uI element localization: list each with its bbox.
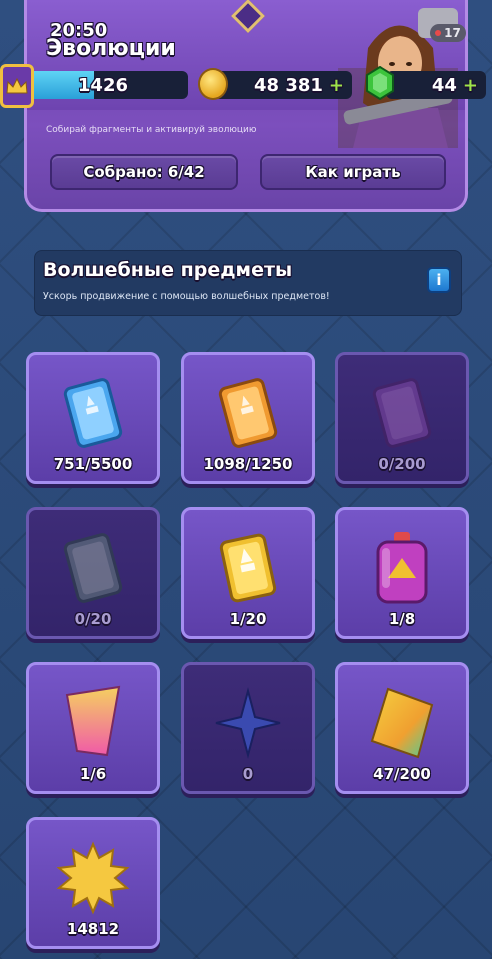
level-value: 17 — [444, 26, 461, 40]
info-icon: i — [436, 271, 442, 289]
gem-icon — [366, 66, 394, 100]
crown-icon — [6, 78, 28, 94]
page-title: Эволюции — [46, 36, 176, 61]
section-title: Волшебные предметы — [43, 259, 293, 281]
trophy-count: 1426 — [77, 74, 128, 96]
level-badge: 17 — [430, 24, 466, 42]
blue-book-icon — [29, 373, 157, 453]
gold-add-button[interactable]: + — [329, 75, 344, 96]
item-count: 47/200 — [373, 765, 431, 783]
item-tile[interactable]: 751/5500 — [26, 352, 160, 484]
item-count: 0/200 — [378, 455, 426, 473]
item-tile[interactable]: 14812 — [26, 817, 160, 949]
item-count: 1/8 — [388, 610, 416, 628]
gold-counter[interactable]: 48 381 + — [214, 71, 352, 99]
star-points-icon — [29, 838, 157, 918]
header-subtitle: Собирай фрагменты и активируй эволюцию — [46, 125, 257, 135]
section-subtitle: Ускорь продвижение с помощью волшебных п… — [43, 291, 330, 302]
magic-items-section-header: Волшебные предметы Ускорь продвижение с … — [34, 250, 462, 316]
item-count: 1098/1250 — [203, 455, 293, 473]
gem-amount: 44 — [431, 74, 457, 96]
gem-add-button[interactable]: + — [463, 75, 478, 96]
item-tile[interactable]: 1098/1250 — [181, 352, 315, 484]
item-tile[interactable]: 0/20 — [26, 507, 160, 639]
gold-coin-icon — [198, 68, 228, 100]
item-tile[interactable]: 1/8 — [335, 507, 469, 639]
item-count: 14812 — [66, 920, 120, 938]
gold-amount: 48 381 — [254, 74, 323, 96]
evolution-shard-icon — [29, 683, 157, 763]
crown-card-icon[interactable] — [0, 64, 34, 108]
item-count: 1/6 — [79, 765, 107, 783]
info-button[interactable]: i — [427, 267, 451, 293]
item-count: 751/5500 — [53, 455, 133, 473]
item-tile[interactable]: 1/6 — [26, 662, 160, 794]
gem-counter[interactable]: 44 + — [386, 71, 486, 99]
green-book-icon — [29, 528, 157, 608]
item-tile[interactable]: 0/200 — [335, 352, 469, 484]
how-to-play-button[interactable]: Как играть — [260, 154, 446, 190]
wild-card-potion-icon — [338, 528, 466, 608]
rainbow-shard-icon — [338, 683, 466, 763]
orange-book-icon — [184, 373, 312, 453]
item-tile[interactable]: 47/200 — [335, 662, 469, 794]
trophy-progress-bar: 1426 — [14, 71, 188, 99]
item-count: 1/20 — [229, 610, 267, 628]
item-count: 0 — [242, 765, 254, 783]
star-shard-icon — [184, 683, 312, 763]
item-tile[interactable]: 1/20 — [181, 507, 315, 639]
collected-button[interactable]: Собрано: 6/42 — [50, 154, 238, 190]
gold-book-icon — [184, 528, 312, 608]
item-count: 0/20 — [74, 610, 112, 628]
item-tile[interactable]: 0 — [181, 662, 315, 794]
purple-book-icon — [338, 373, 466, 453]
